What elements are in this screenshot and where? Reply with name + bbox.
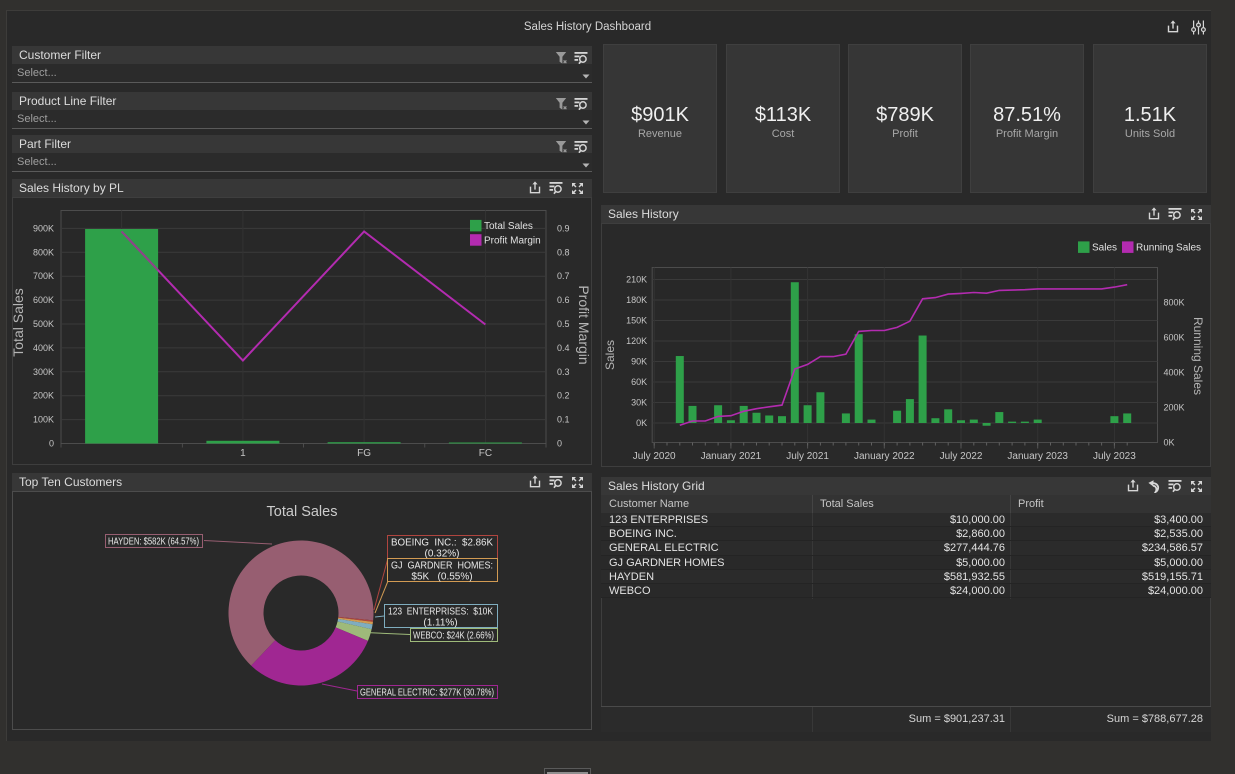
- svg-text:150K: 150K: [626, 316, 647, 326]
- svg-text:0.4: 0.4: [557, 343, 570, 353]
- svg-text:120K: 120K: [626, 336, 647, 346]
- svg-text:100K: 100K: [33, 415, 54, 425]
- svg-text:July 2020: July 2020: [633, 451, 676, 462]
- svg-text:900K: 900K: [33, 223, 54, 233]
- svg-text:January 2022: January 2022: [854, 451, 915, 462]
- svg-text:WEBCO: $24K (2.66%): WEBCO: $24K (2.66%): [413, 631, 494, 642]
- svg-text:90K: 90K: [631, 357, 647, 367]
- svg-text:Total Sales: Total Sales: [12, 288, 26, 356]
- svg-text:400K: 400K: [33, 343, 54, 353]
- svg-text:(1.11%): (1.11%): [423, 618, 457, 629]
- svg-text:0K: 0K: [1164, 438, 1175, 448]
- svg-text:0.6: 0.6: [557, 295, 570, 305]
- svg-text:700K: 700K: [33, 271, 54, 281]
- svg-text:180K: 180K: [626, 295, 647, 305]
- svg-text:0K: 0K: [636, 418, 647, 428]
- svg-text:200K: 200K: [33, 391, 54, 401]
- svg-text:800K: 800K: [33, 247, 54, 257]
- svg-text:Total Sales: Total Sales: [484, 221, 533, 232]
- svg-text:July 2021: July 2021: [786, 451, 829, 462]
- svg-text:1: 1: [240, 448, 246, 459]
- svg-text:Running Sales: Running Sales: [1191, 317, 1205, 395]
- svg-text:January 2021: January 2021: [701, 451, 762, 462]
- svg-text:800K: 800K: [1164, 298, 1185, 308]
- svg-text:0.2: 0.2: [557, 391, 570, 401]
- svg-text:0.3: 0.3: [557, 367, 570, 377]
- svg-text:500K: 500K: [33, 319, 54, 329]
- svg-text:600K: 600K: [1164, 333, 1185, 343]
- svg-text:BOEING INC.: $2.86K: BOEING INC.: $2.86K: [391, 538, 493, 549]
- svg-text:30K: 30K: [631, 398, 647, 408]
- svg-text:60K: 60K: [631, 377, 647, 387]
- svg-text:Profit Margin: Profit Margin: [484, 235, 541, 246]
- svg-text:HAYDEN: $582K (64.57%): HAYDEN: $582K (64.57%): [108, 537, 199, 548]
- svg-text:January 2023: January 2023: [1007, 451, 1068, 462]
- svg-text:0.7: 0.7: [557, 271, 570, 281]
- svg-text:FG: FG: [357, 448, 371, 459]
- svg-text:July 2022: July 2022: [940, 451, 983, 462]
- svg-text:Profit Margin: Profit Margin: [576, 285, 592, 364]
- svg-text:Total Sales: Total Sales: [267, 504, 338, 520]
- svg-text:GJ GARDNER HOMES:: GJ GARDNER HOMES:: [391, 561, 493, 572]
- svg-text:0: 0: [49, 439, 54, 449]
- svg-text:123 ENTERPRISES: $10K: 123 ENTERPRISES: $10K: [388, 607, 493, 618]
- svg-text:600K: 600K: [33, 295, 54, 305]
- svg-text:0.9: 0.9: [557, 223, 570, 233]
- svg-text:(0.32%): (0.32%): [424, 549, 459, 560]
- svg-text:Sales: Sales: [603, 340, 617, 370]
- svg-text:200K: 200K: [1164, 403, 1185, 413]
- svg-text:0.8: 0.8: [557, 247, 570, 257]
- svg-text:300K: 300K: [33, 367, 54, 377]
- svg-text:FC: FC: [479, 448, 492, 459]
- svg-text:GENERAL ELECTRIC: $277K (30.78: GENERAL ELECTRIC: $277K (30.78%): [360, 688, 494, 699]
- svg-text:Running Sales: Running Sales: [1136, 243, 1201, 254]
- svg-text:0.5: 0.5: [557, 319, 570, 329]
- svg-text:Sales: Sales: [1092, 243, 1117, 254]
- svg-text:$5K (0.55%): $5K (0.55%): [411, 572, 472, 583]
- svg-text:July 2023: July 2023: [1093, 451, 1136, 462]
- svg-text:210K: 210K: [626, 275, 647, 285]
- svg-text:0: 0: [557, 439, 562, 449]
- svg-text:0.1: 0.1: [557, 415, 570, 425]
- svg-text:400K: 400K: [1164, 368, 1185, 378]
